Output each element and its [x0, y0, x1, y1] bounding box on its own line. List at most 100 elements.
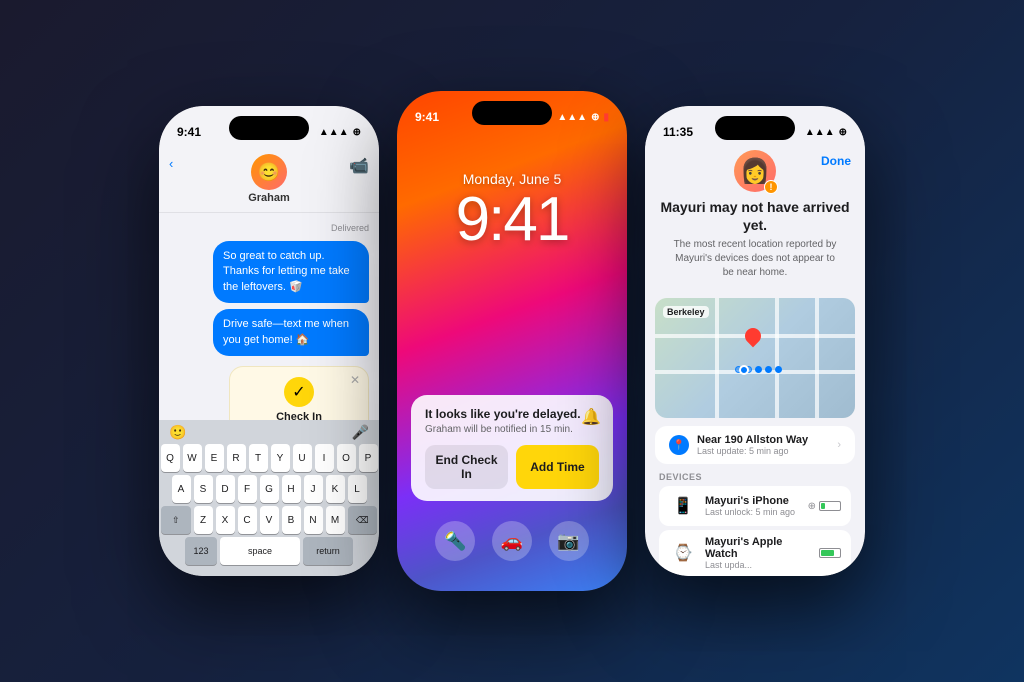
- key-c[interactable]: C: [238, 506, 257, 534]
- message-bubble-1: So great to catch up. Thanks for letting…: [213, 241, 369, 303]
- device-row-watch[interactable]: ⌚ Mayuri's Apple Watch Last upda...: [659, 530, 851, 576]
- notification-title: It looks like you're delayed.: [425, 407, 599, 421]
- messages-screen: 9:41 ▲▲▲ ⊕ ‹ 😊 Graham 📹 Delivered: [159, 106, 379, 576]
- contact-name: Graham: [248, 192, 290, 204]
- keyboard: 🙂 🎤 Q W E R T Y U I O P A S: [159, 420, 379, 576]
- wifi-icon: ⊕: [353, 127, 361, 138]
- key-d[interactable]: D: [216, 475, 235, 503]
- emoji-icon[interactable]: 🙂: [169, 424, 186, 441]
- key-g[interactable]: G: [260, 475, 279, 503]
- notification-icon: 🔔: [581, 407, 601, 427]
- delivered-label: Delivered: [169, 223, 369, 233]
- back-button[interactable]: ‹: [169, 156, 173, 171]
- trail-dot-3: [755, 366, 762, 373]
- end-checkin-button[interactable]: End Check In: [425, 445, 508, 489]
- status-time: 9:41: [177, 125, 201, 139]
- key-i[interactable]: I: [315, 444, 334, 472]
- key-a[interactable]: A: [172, 475, 191, 503]
- key-z[interactable]: Z: [194, 506, 213, 534]
- key-n[interactable]: N: [304, 506, 323, 534]
- driving-button[interactable]: 🚗: [492, 521, 532, 561]
- video-button[interactable]: 📹: [349, 156, 369, 176]
- status-icons-findmy: ▲▲▲ ⊕: [805, 127, 847, 138]
- contact-info[interactable]: 😊 Graham: [248, 154, 290, 204]
- key-t[interactable]: T: [249, 444, 268, 472]
- key-u[interactable]: U: [293, 444, 312, 472]
- key-r[interactable]: R: [227, 444, 246, 472]
- device-time-watch: Last upda...: [705, 560, 811, 570]
- phone-lockscreen: 9:41 ▲▲▲ ⊕ ▮ Monday, June 5 9:41 🔔 It lo…: [397, 91, 627, 591]
- road-v-3: [815, 298, 819, 418]
- location-icon: 📍: [669, 435, 689, 455]
- device-name-iphone: Mayuri's iPhone: [705, 495, 800, 507]
- location-chevron: ›: [837, 439, 841, 451]
- phone-messages: 9:41 ▲▲▲ ⊕ ‹ 😊 Graham 📹 Delivered: [159, 106, 379, 576]
- flashlight-button[interactable]: 🔦: [435, 521, 475, 561]
- key-o[interactable]: O: [337, 444, 356, 472]
- device-info-watch: Mayuri's Apple Watch Last upda...: [705, 536, 811, 570]
- key-backspace[interactable]: ⌫: [348, 506, 378, 534]
- location-row[interactable]: 📍 Near 190 Allston Way Last update: 5 mi…: [655, 426, 855, 464]
- phone-findmy: 11:35 ▲▲▲ ⊕ Done 👩 ! Mayuri may not have…: [645, 106, 865, 576]
- microphone-icon[interactable]: 🎤: [352, 424, 369, 441]
- devices-section: DEVICES 📱 Mayuri's iPhone Last unlock: 5…: [645, 472, 865, 576]
- findmy-screen: 11:35 ▲▲▲ ⊕ Done 👩 ! Mayuri may not have…: [645, 106, 865, 576]
- device-info-iphone: Mayuri's iPhone Last unlock: 5 min ago: [705, 495, 800, 517]
- road-v-2: [775, 298, 779, 418]
- key-s[interactable]: S: [194, 475, 213, 503]
- map-view[interactable]: Berkeley: [655, 298, 855, 418]
- lockscreen-screen: 9:41 ▲▲▲ ⊕ ▮ Monday, June 5 9:41 🔔 It lo…: [397, 91, 627, 591]
- key-q[interactable]: Q: [161, 444, 180, 472]
- status-time-findmy: 11:35: [663, 125, 693, 139]
- device-row-iphone[interactable]: 📱 Mayuri's iPhone Last unlock: 5 min ago…: [659, 486, 851, 526]
- key-p[interactable]: P: [359, 444, 378, 472]
- key-b[interactable]: B: [282, 506, 301, 534]
- key-j[interactable]: J: [304, 475, 323, 503]
- car-icon: 🚗: [501, 531, 523, 552]
- current-location-dot: [739, 365, 749, 375]
- battery-indicator: [819, 501, 841, 511]
- location-info: Near 190 Allston Way Last update: 5 min …: [697, 434, 829, 456]
- key-v[interactable]: V: [260, 506, 279, 534]
- status-icons-lock: ▲▲▲ ⊕ ▮: [557, 112, 609, 123]
- location-time: Last update: 5 min ago: [697, 446, 829, 456]
- lock-bottom-icons: 🔦 🚗 📷: [397, 521, 627, 561]
- key-w[interactable]: W: [183, 444, 202, 472]
- phones-container: 9:41 ▲▲▲ ⊕ ‹ 😊 Graham 📹 Delivered: [159, 91, 865, 591]
- key-y[interactable]: Y: [271, 444, 290, 472]
- key-space[interactable]: space: [220, 537, 300, 565]
- map-area-label: Berkeley: [663, 306, 709, 318]
- camera-button[interactable]: 📷: [549, 521, 589, 561]
- avatar: 😊: [251, 154, 287, 190]
- devices-label: DEVICES: [659, 472, 851, 482]
- checkin-icon: ✓: [284, 377, 314, 407]
- key-f[interactable]: F: [238, 475, 257, 503]
- key-l[interactable]: L: [348, 475, 367, 503]
- notification-card: 🔔 It looks like you're delayed. Graham w…: [411, 395, 613, 501]
- wifi-icon-lock: ⊕: [591, 112, 599, 123]
- key-numbers[interactable]: 123: [185, 537, 217, 565]
- warning-badge: !: [764, 180, 778, 194]
- key-h[interactable]: H: [282, 475, 301, 503]
- lock-background: [397, 91, 627, 591]
- key-m[interactable]: M: [326, 506, 345, 534]
- key-k[interactable]: K: [326, 475, 345, 503]
- key-shift[interactable]: ⇧: [161, 506, 191, 534]
- watch-battery-fill: [821, 550, 834, 556]
- status-icons: ▲▲▲ ⊕: [319, 127, 361, 138]
- keyboard-row-4: 123 space return: [161, 537, 377, 565]
- dynamic-island-center: [472, 101, 552, 125]
- done-button[interactable]: Done: [821, 154, 851, 168]
- key-return[interactable]: return: [303, 537, 353, 565]
- wifi-icon-findmy: ⊕: [839, 127, 847, 138]
- watch-battery-indicator: [819, 548, 841, 558]
- map-trail: [735, 366, 782, 373]
- user-avatar: 👩 !: [734, 150, 776, 192]
- flashlight-icon: 🔦: [444, 531, 466, 552]
- wifi-status-icon: ⊕: [808, 501, 816, 512]
- keyboard-row-2: A S D F G H J K L: [161, 475, 377, 503]
- close-icon[interactable]: ✕: [350, 373, 360, 387]
- key-x[interactable]: X: [216, 506, 235, 534]
- key-e[interactable]: E: [205, 444, 224, 472]
- add-time-button[interactable]: Add Time: [516, 445, 599, 489]
